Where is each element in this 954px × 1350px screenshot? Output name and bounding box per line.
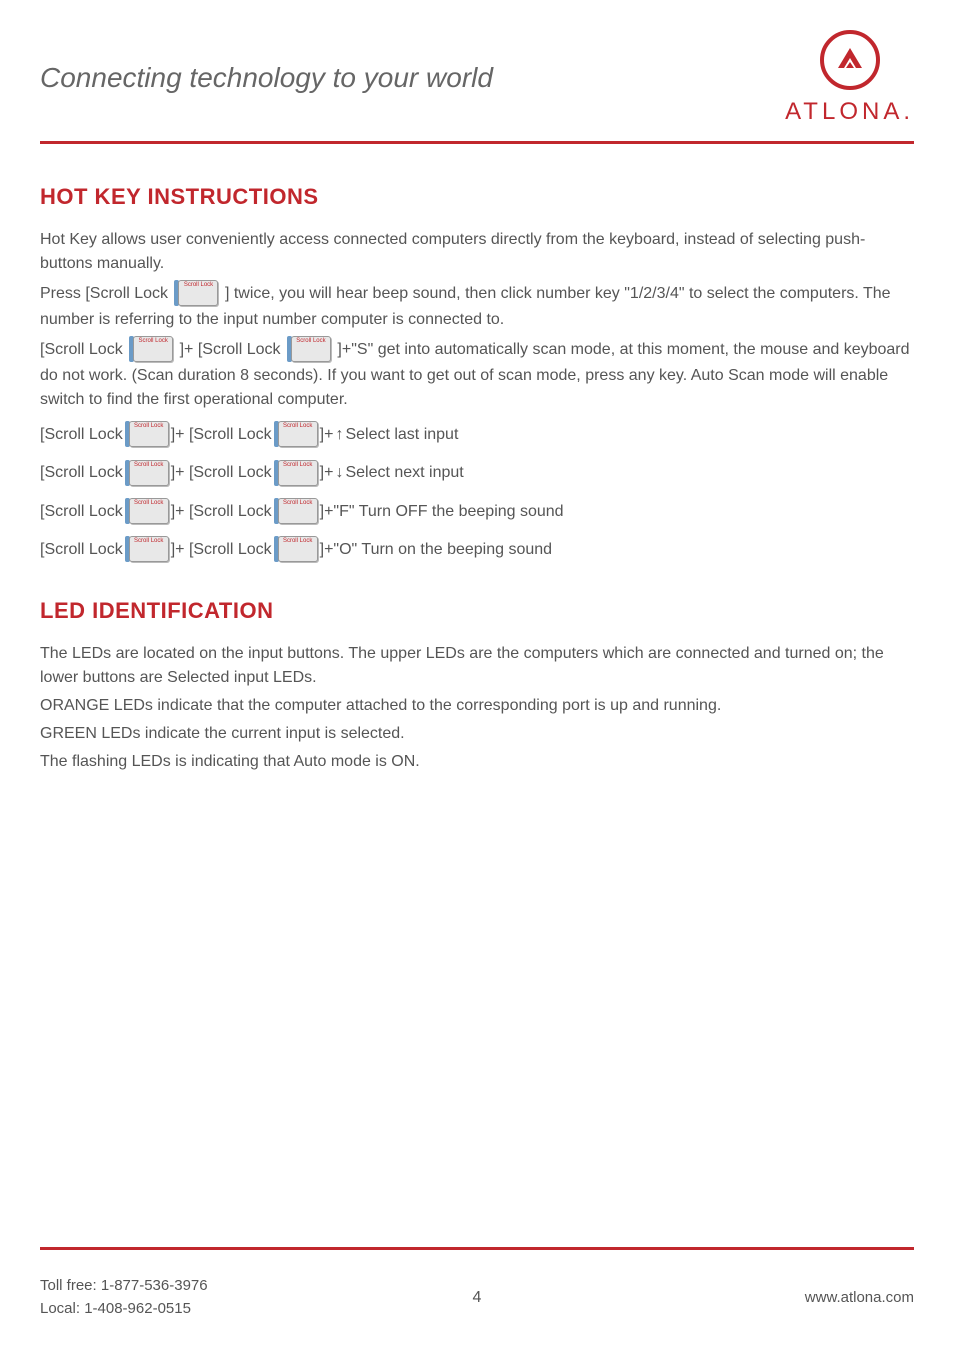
scroll-lock-key-icon: Scroll Lock: [125, 536, 169, 564]
footer-local: Local: 1-408-962-0515: [40, 1298, 208, 1321]
footer-divider: [40, 1247, 914, 1250]
text-segment: Press [Scroll Lock: [40, 285, 172, 302]
text-segment: ]+ [Scroll Lock: [171, 493, 272, 531]
text-segment: [Scroll Lock: [40, 493, 123, 531]
text-segment: ]+ [Scroll Lock: [180, 341, 285, 358]
text-segment: [Scroll Lock: [40, 531, 123, 569]
page-container: Connecting technology to your world ATLO…: [0, 0, 954, 1350]
text-segment: ]+ [Scroll Lock: [171, 416, 272, 454]
led-line: The LEDs are located on the input button…: [40, 642, 914, 690]
atlona-logo: ATLONA.: [785, 30, 914, 126]
hotkey-row: [Scroll Lock Scroll Lock ]+ [Scroll Lock…: [40, 454, 914, 492]
text-segment: [Scroll Lock: [40, 416, 123, 454]
hotkey-row: [Scroll Lock Scroll Lock ]+ [Scroll Lock…: [40, 416, 914, 454]
text-segment: [Scroll Lock: [40, 341, 127, 358]
hotkey-scan-line: [Scroll Lock Scroll Lock ]+ [Scroll Lock…: [40, 336, 914, 412]
led-line: The flashing LEDs is indicating that Aut…: [40, 750, 914, 774]
footer-website: www.atlona.com: [805, 1289, 914, 1306]
scroll-lock-key-icon: Scroll Lock: [125, 498, 169, 526]
scroll-lock-key-icon: Scroll Lock: [274, 421, 318, 449]
text-segment: ]+"F" Turn OFF the beeping sound: [320, 493, 564, 531]
scroll-lock-key-icon: Scroll Lock: [274, 536, 318, 564]
arrow-up-icon: ↑: [335, 416, 343, 454]
hotkey-press-line: Press [Scroll Lock Scroll Lock ] twice, …: [40, 280, 914, 332]
text-segment: ]+"O" Turn on the beeping sound: [320, 531, 552, 569]
scroll-lock-key-icon: Scroll Lock: [274, 498, 318, 526]
led-description-block: The LEDs are located on the input button…: [40, 642, 914, 774]
scroll-lock-key-icon: Scroll Lock: [125, 421, 169, 449]
footer-content: Toll free: 1-877-536-3976 Local: 1-408-9…: [40, 1275, 914, 1320]
footer-page-number: 4: [473, 1289, 482, 1307]
footer-contact: Toll free: 1-877-536-3976 Local: 1-408-9…: [40, 1275, 208, 1320]
hotkey-row: [Scroll Lock Scroll Lock ]+ [Scroll Lock…: [40, 531, 914, 569]
atlona-logo-text: ATLONA.: [785, 98, 914, 126]
scroll-lock-key-icon: Scroll Lock: [287, 336, 331, 364]
text-segment: Select next input: [345, 454, 463, 492]
text-segment: ]+ [Scroll Lock: [171, 454, 272, 492]
scroll-lock-key-icon: Scroll Lock: [274, 460, 318, 488]
text-segment: [Scroll Lock: [40, 454, 123, 492]
text-segment: ]+: [320, 416, 334, 454]
header-tagline: Connecting technology to your world: [40, 62, 493, 94]
arrow-down-icon: ↓: [335, 454, 343, 492]
page-footer: Toll free: 1-877-536-3976 Local: 1-408-9…: [40, 1247, 914, 1320]
hotkey-shortcuts-list: [Scroll Lock Scroll Lock ]+ [Scroll Lock…: [40, 416, 914, 570]
hotkey-intro: Hot Key allows user conveniently access …: [40, 228, 914, 276]
text-segment: ]+ [Scroll Lock: [171, 531, 272, 569]
led-line: ORANGE LEDs indicate that the computer a…: [40, 694, 914, 718]
scroll-lock-key-icon: Scroll Lock: [174, 280, 218, 308]
text-segment: Select last input: [345, 416, 458, 454]
hotkey-section-title: HOT KEY INSTRUCTIONS: [40, 184, 914, 210]
footer-toll-free: Toll free: 1-877-536-3976: [40, 1275, 208, 1298]
page-header: Connecting technology to your world ATLO…: [40, 30, 914, 144]
text-segment: ]+: [320, 454, 334, 492]
hotkey-row: [Scroll Lock Scroll Lock ]+ [Scroll Lock…: [40, 493, 914, 531]
scroll-lock-key-icon: Scroll Lock: [129, 336, 173, 364]
scroll-lock-key-icon: Scroll Lock: [125, 460, 169, 488]
led-line: GREEN LEDs indicate the current input is…: [40, 722, 914, 746]
atlona-logo-icon: [820, 30, 880, 90]
led-section-title: LED IDENTIFICATION: [40, 598, 914, 624]
